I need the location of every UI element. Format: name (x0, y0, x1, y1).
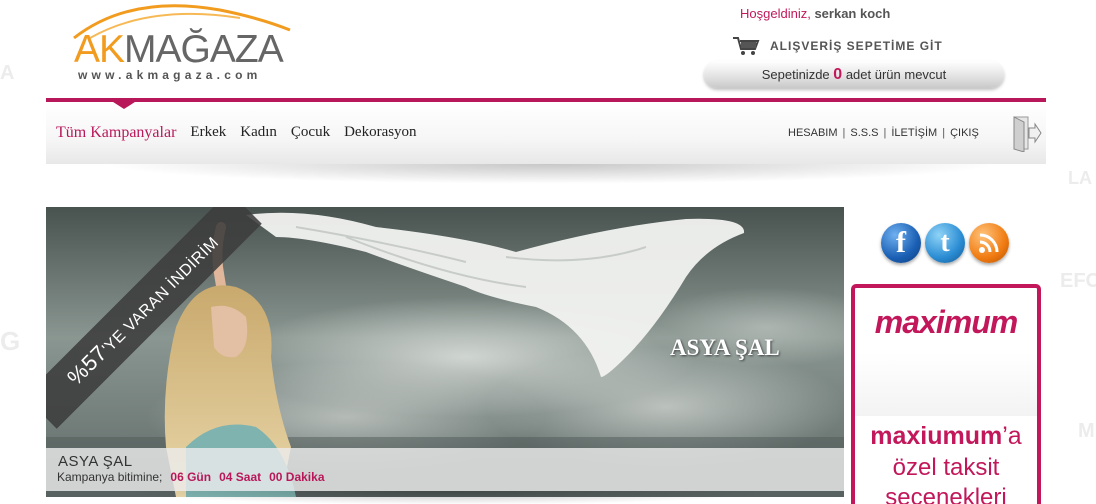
nav-shadow (100, 164, 1000, 184)
nav-pointer-arrow (110, 100, 138, 109)
cart-link-label: ALIŞVERİŞ SEPETİME GİT (770, 39, 943, 53)
rss-icon (979, 233, 999, 253)
category-nav: Tüm Kampanyalar Erkek Kadın Çocuk Dekora… (56, 124, 417, 142)
campaign-name[interactable]: ASYA ŞAL (58, 453, 133, 470)
nav-item-decoration[interactable]: Dekorasyon (344, 124, 416, 142)
nav-item-all-campaigns[interactable]: Tüm Kampanyalar (56, 124, 176, 142)
logout-link[interactable]: ÇIKIŞ (950, 127, 979, 139)
campaign-timer: Kampanya bitimine; 06 Gün 04 Saat 00 Dak… (57, 470, 325, 484)
social-links: f t (881, 223, 1009, 263)
nav-item-men[interactable]: Erkek (190, 124, 226, 142)
welcome-user[interactable]: serkan koch (814, 6, 890, 21)
site-logo[interactable]: AKMAĞAZA www.akmagaza.com (70, 0, 300, 90)
rss-button[interactable] (969, 223, 1009, 263)
ad-brand: maxiumum (870, 422, 1003, 450)
nav-separator: | (842, 127, 846, 139)
cart-status-bar: Sepetinizde 0 adet ürün mevcut (704, 61, 1004, 88)
cart-status-suffix: adet ürün mevcut (845, 67, 947, 82)
ad-divider (855, 352, 1037, 416)
ad-line-1: maxiumum’a (855, 422, 1037, 451)
maximum-card-ad[interactable]: maximum maxiumum’a özel taksit seçenekle… (851, 284, 1041, 504)
go-to-cart-link[interactable]: ALIŞVERİŞ SEPETİME GİT (732, 36, 943, 56)
logo-magaza: MAĞAZA (124, 28, 284, 71)
logo-url: www.akmagaza.com (78, 68, 262, 82)
twitter-icon: t (940, 227, 950, 258)
logo-wordmark: AKMAĞAZA (74, 28, 284, 72)
exit-door-icon[interactable] (1012, 114, 1042, 152)
side-decoration: A (0, 62, 15, 84)
timer-hours: 04 Saat (219, 470, 262, 484)
nav-item-children[interactable]: Çocuk (291, 124, 330, 142)
side-decoration: M (1078, 420, 1095, 442)
welcome-message: Hoşgeldiniz, serkan koch (740, 6, 890, 21)
cart-item-count: 0 (833, 66, 843, 83)
welcome-greeting: Hoşgeldiniz, (740, 6, 811, 21)
twitter-button[interactable]: t (925, 223, 965, 263)
account-link[interactable]: HESABIM (788, 127, 838, 139)
side-decoration: G (0, 326, 21, 356)
timer-days: 06 Gün (170, 470, 212, 484)
timer-label: Kampanya bitimine; (57, 470, 163, 484)
timer-minutes: 00 Dakika (269, 470, 325, 484)
facebook-icon: f (896, 226, 906, 259)
ad-line-3: seçenekleri (885, 484, 1007, 504)
side-decoration: LA (1068, 168, 1092, 188)
facebook-button[interactable]: f (881, 223, 921, 263)
side-decoration: EFO (1060, 270, 1096, 292)
contact-link[interactable]: İLETİŞİM (891, 127, 937, 139)
logo-ak: AK (74, 28, 125, 71)
faq-link[interactable]: S.S.S (850, 127, 878, 139)
nav-separator: | (883, 127, 887, 139)
banner-title: ASYA ŞAL (670, 335, 780, 360)
nav-item-women[interactable]: Kadın (240, 124, 277, 142)
ad-line-2: özel taksit (892, 454, 1000, 481)
banner-shadow (120, 491, 780, 504)
nav-separator: | (942, 127, 946, 139)
cart-status-prefix: Sepetinizde (761, 67, 830, 82)
maximum-logo: maximum (874, 304, 1018, 340)
ad-brand-suffix: ’a (1002, 422, 1022, 450)
shopping-cart-icon (733, 37, 760, 55)
account-nav: HESABIM | S.S.S | İLETİŞİM | ÇIKIŞ (788, 127, 979, 139)
